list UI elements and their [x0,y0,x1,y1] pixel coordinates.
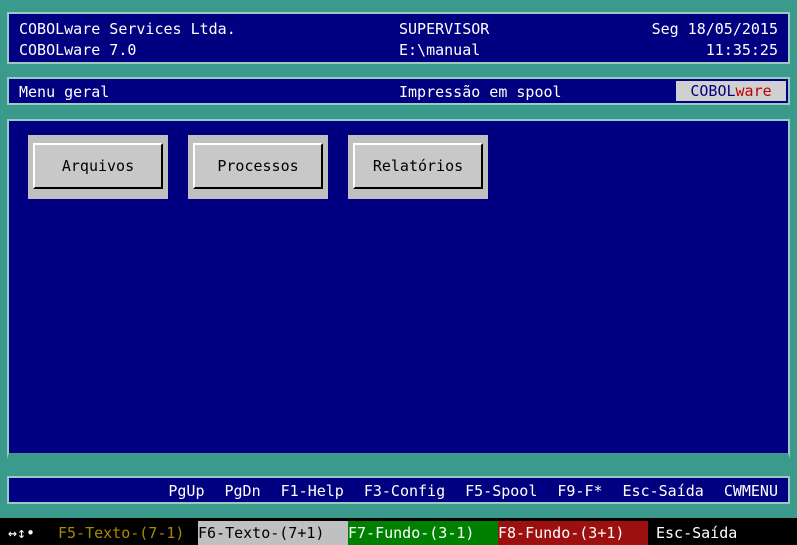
user-name: SUPERVISOR [399,20,490,38]
pgup-key[interactable]: PgUp [168,482,204,500]
brand-part2: ware [735,82,772,100]
processos-button[interactable]: Processos [193,143,323,189]
status-line: ↔↕• F5-Texto-(7-1) F6-Texto-(7+1) F7-Fun… [0,521,797,545]
f7-background-key[interactable]: F7-Fundo-(3-1) [348,521,498,545]
menu-title: Menu geral [19,83,110,101]
pgdn-key[interactable]: PgDn [225,482,261,500]
company-name: COBOLware Services Ltda. [19,20,236,38]
f5-spool-key[interactable]: F5-Spool [465,482,537,500]
date-display: Seg 18/05/2015 [651,20,778,38]
main-panel: Arquivos Processos Relatórios [7,119,790,459]
brand-part1: COBOL [690,82,736,100]
footer-frame: PgUp PgDn F1-Help F3-Config F5-Spool F9-… [0,468,797,518]
menubar-frame: Menu geral Impressão em spool COBOLware [0,70,797,112]
f9-key[interactable]: F9-F* [557,482,602,500]
header-frame: COBOLware Services Ltda. SUPERVISOR Seg … [0,0,797,70]
arrow-keys-icon: ↔↕• [8,524,36,542]
arquivos-button[interactable]: Arquivos [33,143,163,189]
header-panel: COBOLware Services Ltda. SUPERVISOR Seg … [7,12,790,64]
function-key-bar: PgUp PgDn F1-Help F3-Config F5-Spool F9-… [168,482,778,500]
relatorios-button[interactable]: Relatórios [353,143,483,189]
brand-logo: COBOLware [676,81,786,101]
footer-panel: PgUp PgDn F1-Help F3-Config F5-Spool F9-… [7,476,790,504]
arquivos-button-wrap: Arquivos [28,135,168,199]
spool-status: Impressão em spool [399,83,562,101]
menubar-panel: Menu geral Impressão em spool COBOLware [7,77,790,105]
processos-button-wrap: Processos [188,135,328,199]
product-version: COBOLware 7.0 [19,41,137,59]
esc-exit-key[interactable]: Esc-Saída [623,482,704,500]
main-frame: Arquivos Processos Relatórios [0,112,797,468]
cwmenu-key[interactable]: CWMENU [724,482,778,500]
time-display: 11:35:25 [705,41,778,59]
f5-text-key[interactable]: F5-Texto-(7-1) [58,521,198,545]
f8-background-key[interactable]: F8-Fundo-(3+1) [498,521,648,545]
f1-help-key[interactable]: F1-Help [281,482,344,500]
esc-exit-status-key[interactable]: Esc-Saída [648,521,797,545]
relatorios-button-wrap: Relatórios [348,135,488,199]
f3-config-key[interactable]: F3-Config [364,482,445,500]
f6-text-key[interactable]: F6-Texto-(7+1) [198,521,348,545]
working-path: E:\manual [399,41,481,59]
